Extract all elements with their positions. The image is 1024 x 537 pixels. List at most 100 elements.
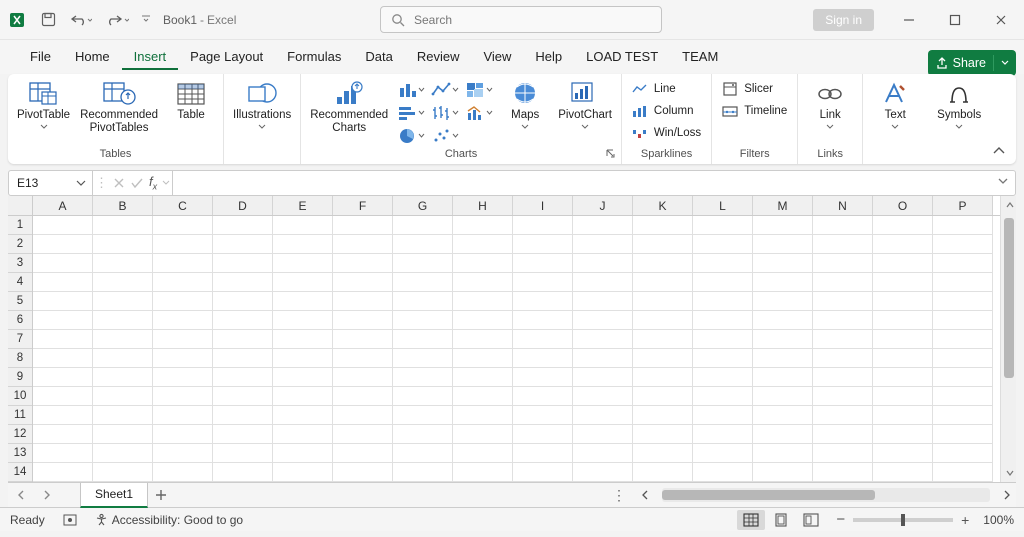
cell[interactable]	[153, 444, 213, 463]
cell[interactable]	[573, 311, 633, 330]
stock-chart-icon[interactable]	[429, 101, 459, 123]
cell[interactable]	[693, 235, 753, 254]
cell[interactable]	[873, 444, 933, 463]
view-page-layout-button[interactable]	[767, 510, 795, 530]
cell[interactable]	[573, 406, 633, 425]
cell[interactable]	[753, 292, 813, 311]
cell[interactable]	[273, 406, 333, 425]
cell[interactable]	[573, 254, 633, 273]
sign-in-button[interactable]: Sign in	[813, 9, 874, 31]
cell[interactable]	[153, 292, 213, 311]
cell[interactable]	[213, 349, 273, 368]
cell[interactable]	[813, 292, 873, 311]
cell[interactable]	[873, 387, 933, 406]
cell[interactable]	[573, 387, 633, 406]
cell[interactable]	[213, 292, 273, 311]
cell[interactable]	[333, 406, 393, 425]
cell[interactable]	[813, 406, 873, 425]
cell[interactable]	[753, 368, 813, 387]
cell[interactable]	[873, 235, 933, 254]
cell[interactable]	[213, 216, 273, 235]
cell[interactable]	[453, 235, 513, 254]
cell[interactable]	[153, 463, 213, 482]
menu-tab-data[interactable]: Data	[353, 44, 404, 70]
vertical-scrollbar[interactable]	[1000, 196, 1016, 482]
cell[interactable]	[213, 235, 273, 254]
tab-scroll-left[interactable]	[8, 483, 34, 508]
cell[interactable]	[513, 235, 573, 254]
cell[interactable]	[693, 349, 753, 368]
worksheet-grid[interactable]: ABCDEFGHIJKLMNOP 1234567891011121314	[8, 196, 1016, 482]
maximize-button[interactable]	[932, 0, 978, 40]
row-header[interactable]: 13	[8, 444, 32, 463]
cell[interactable]	[693, 292, 753, 311]
cell[interactable]	[273, 254, 333, 273]
cell[interactable]	[753, 444, 813, 463]
formula-input[interactable]	[173, 171, 1015, 195]
cell[interactable]	[153, 273, 213, 292]
cell[interactable]	[813, 273, 873, 292]
cell[interactable]	[693, 254, 753, 273]
column-header[interactable]: L	[693, 196, 753, 215]
illustrations-button[interactable]: Illustrations	[230, 78, 294, 130]
cell[interactable]	[33, 311, 93, 330]
column-header[interactable]: O	[873, 196, 933, 215]
cell[interactable]	[753, 273, 813, 292]
cell[interactable]	[633, 349, 693, 368]
cell[interactable]	[93, 406, 153, 425]
cell[interactable]	[333, 254, 393, 273]
cell[interactable]	[513, 425, 573, 444]
cell[interactable]	[453, 406, 513, 425]
cell[interactable]	[33, 425, 93, 444]
cell[interactable]	[33, 349, 93, 368]
enter-formula-icon[interactable]	[130, 177, 144, 189]
cell[interactable]	[573, 273, 633, 292]
cell[interactable]	[213, 330, 273, 349]
cell[interactable]	[93, 273, 153, 292]
cell[interactable]	[333, 463, 393, 482]
cell[interactable]	[633, 292, 693, 311]
cell[interactable]	[693, 425, 753, 444]
cell[interactable]	[153, 387, 213, 406]
cell[interactable]	[873, 216, 933, 235]
cell[interactable]	[933, 444, 993, 463]
tab-scroll-right[interactable]	[34, 483, 60, 508]
cell[interactable]	[753, 254, 813, 273]
cell[interactable]	[813, 387, 873, 406]
view-page-break-button[interactable]	[797, 510, 825, 530]
horizontal-scrollbar[interactable]	[636, 486, 1016, 504]
cell[interactable]	[753, 425, 813, 444]
cell[interactable]	[933, 406, 993, 425]
column-header[interactable]: K	[633, 196, 693, 215]
row-header[interactable]: 5	[8, 292, 32, 311]
cell[interactable]	[873, 273, 933, 292]
cell[interactable]	[573, 330, 633, 349]
slicer-button[interactable]: Slicer	[718, 78, 791, 100]
cell[interactable]	[573, 425, 633, 444]
cell[interactable]	[93, 292, 153, 311]
cell[interactable]	[513, 292, 573, 311]
cell[interactable]	[393, 387, 453, 406]
cell[interactable]	[33, 235, 93, 254]
cell[interactable]	[33, 330, 93, 349]
line-chart-icon[interactable]	[429, 78, 459, 100]
column-header[interactable]: D	[213, 196, 273, 215]
redo-button[interactable]	[101, 7, 135, 33]
cell[interactable]	[633, 216, 693, 235]
cell[interactable]	[693, 216, 753, 235]
cell[interactable]	[333, 425, 393, 444]
cell[interactable]	[573, 235, 633, 254]
cell[interactable]	[273, 368, 333, 387]
search-box[interactable]: Search	[380, 6, 662, 33]
cell[interactable]	[513, 387, 573, 406]
cancel-formula-icon[interactable]	[113, 177, 125, 189]
column-header[interactable]: C	[153, 196, 213, 215]
cell[interactable]	[813, 330, 873, 349]
cell[interactable]	[153, 254, 213, 273]
cell[interactable]	[573, 463, 633, 482]
cell[interactable]	[933, 387, 993, 406]
cell[interactable]	[393, 368, 453, 387]
cell[interactable]	[933, 254, 993, 273]
cell[interactable]	[213, 406, 273, 425]
cell[interactable]	[693, 444, 753, 463]
